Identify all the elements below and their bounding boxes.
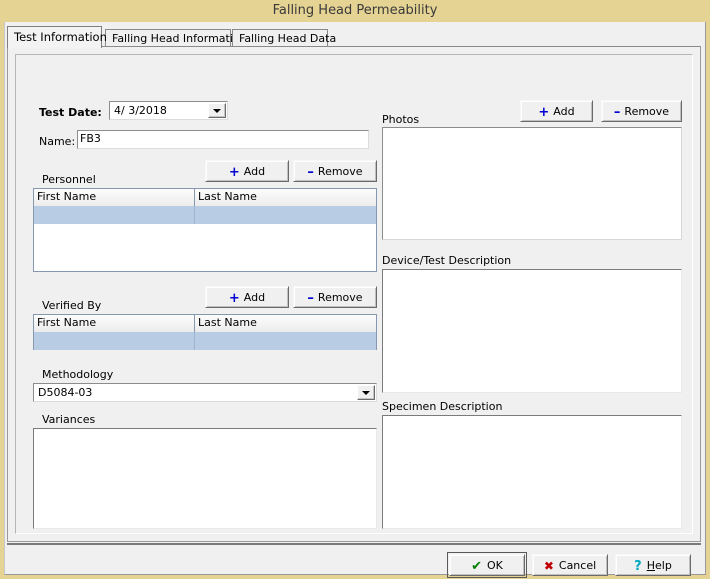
cell-divider <box>194 206 195 224</box>
cell-divider <box>194 332 195 350</box>
methodology-select[interactable]: D5084-03 <box>33 383 377 402</box>
verified-by-column-last-name: Last Name <box>194 315 376 332</box>
test-date-dropdown-button[interactable] <box>208 103 226 118</box>
dialog-client-area: Test Information Falling Head Informatio… <box>4 22 706 578</box>
check-icon: ✔ <box>471 559 483 574</box>
personnel-grid-header: First Name Last Name <box>34 189 376 207</box>
cancel-button-label: Cancel <box>558 559 597 572</box>
photos-remove-button[interactable]: – Remove <box>601 100 682 122</box>
tab-falling-head-data[interactable]: Falling Head Data <box>232 29 336 47</box>
verified-by-remove-label: Remove <box>317 291 363 304</box>
photos-list[interactable] <box>382 127 682 240</box>
tab-test-information[interactable]: Test Information <box>7 26 107 48</box>
device-test-description-textarea[interactable] <box>382 269 682 393</box>
methodology-label: Methodology <box>42 368 114 381</box>
variances-label: Variances <box>42 413 96 426</box>
help-button-label: elp <box>655 559 672 572</box>
help-button[interactable]: ? Help <box>615 554 691 576</box>
tab-label: Falling Head Data <box>239 32 337 45</box>
verified-by-grid[interactable]: First Name Last Name <box>33 314 377 350</box>
table-row[interactable] <box>34 332 376 350</box>
personnel-grid[interactable]: First Name Last Name <box>33 188 377 272</box>
methodology-dropdown-button[interactable] <box>357 385 375 400</box>
ok-button[interactable]: ✔ OK <box>447 552 527 578</box>
ok-button-label: OK <box>487 559 503 572</box>
cross-icon: ✖ <box>543 559 554 573</box>
verified-by-grid-header: First Name Last Name <box>34 315 376 333</box>
test-date-value: 4/ 3/2018 <box>114 104 167 117</box>
minus-icon: – <box>307 165 314 180</box>
tab-label: Test Information <box>14 30 107 44</box>
name-input[interactable]: FB3 <box>77 130 369 149</box>
help-button-accel: H <box>646 559 655 572</box>
panel-inner-frame: Test Date: 4/ 3/2018 Name: FB3 Personnel… <box>15 54 693 534</box>
chevron-down-icon <box>362 390 370 395</box>
personnel-add-label: Add <box>243 165 266 178</box>
specimen-description-label: Specimen Description <box>382 400 503 413</box>
personnel-remove-button[interactable]: – Remove <box>293 160 377 182</box>
cancel-button[interactable]: ✖ Cancel <box>532 554 608 576</box>
window-title: Falling Head Permeability <box>272 3 438 18</box>
personnel-column-first-name: First Name <box>37 190 97 203</box>
photos-add-button[interactable]: + Add <box>520 100 593 122</box>
name-label: Name: <box>39 135 76 148</box>
question-icon: ? <box>634 559 642 574</box>
personnel-column-last-name: Last Name <box>194 189 376 206</box>
personnel-add-button[interactable]: + Add <box>205 160 289 182</box>
dialog-button-bar: ✔ OK ✖ Cancel ? Help <box>7 543 701 578</box>
tab-panel-test-information: Test Date: 4/ 3/2018 Name: FB3 Personnel… <box>7 46 701 542</box>
personnel-remove-label: Remove <box>317 165 363 178</box>
verified-by-remove-button[interactable]: – Remove <box>293 286 377 308</box>
photos-add-label: Add <box>553 105 575 118</box>
plus-icon: + <box>228 291 240 306</box>
verified-by-add-button[interactable]: + Add <box>205 286 289 308</box>
minus-icon: – <box>613 105 621 120</box>
personnel-label: Personnel <box>42 173 96 186</box>
table-row[interactable] <box>34 206 376 224</box>
photos-label: Photos <box>382 113 420 126</box>
chevron-down-icon <box>213 108 221 113</box>
tab-falling-head-information[interactable]: Falling Head Information <box>105 29 247 47</box>
methodology-value: D5084-03 <box>38 386 93 399</box>
specimen-description-textarea[interactable] <box>382 415 682 529</box>
variances-textarea[interactable] <box>33 428 377 529</box>
photos-remove-label: Remove <box>624 105 670 118</box>
tab-strip: Test Information Falling Head Informatio… <box>7 25 701 48</box>
plus-icon: + <box>228 165 240 180</box>
test-date-label: Test Date: <box>39 106 102 119</box>
plus-icon: + <box>538 105 550 120</box>
falling-head-permeability-dialog: Falling Head Permeability Test Informati… <box>0 0 710 579</box>
tab-label: Falling Head Information <box>112 32 247 45</box>
minus-icon: – <box>307 291 314 306</box>
test-date-picker[interactable]: 4/ 3/2018 <box>109 101 228 120</box>
verified-by-column-first-name: First Name <box>37 316 97 329</box>
device-test-description-label: Device/Test Description <box>382 254 512 267</box>
verified-by-add-label: Add <box>243 291 266 304</box>
verified-by-label: Verified By <box>42 299 102 312</box>
